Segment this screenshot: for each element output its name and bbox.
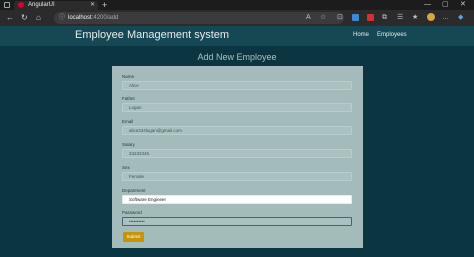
password-input[interactable]: •••••••••• <box>122 217 352 226</box>
nav-home-link[interactable]: Home <box>353 26 369 44</box>
new-tab-icon[interactable]: + <box>102 0 107 10</box>
home-icon[interactable]: ⌂ <box>36 12 41 24</box>
workspaces-icon[interactable] <box>4 2 10 8</box>
app-navbar: Employee Management system Home Employee… <box>0 26 474 46</box>
sex-input[interactable]: Female <box>122 172 352 181</box>
browser-tabstrip: AngularUI ✕ + — ▢ ✕ <box>0 0 474 10</box>
father-label: Father <box>122 96 136 101</box>
settings-more-icon[interactable]: … <box>442 13 449 23</box>
sex-field-group: Sex Female <box>122 165 352 181</box>
tab-title: AngularUI <box>28 2 55 8</box>
copilot-icon[interactable]: ◆ <box>458 13 463 23</box>
sex-label: Sex <box>122 165 130 170</box>
salary-label: Salary <box>122 142 135 147</box>
password-field-group: Password •••••••••• <box>122 210 352 226</box>
url-path: :4200/add <box>91 15 119 21</box>
department-input[interactable]: Software Engineer <box>122 195 352 204</box>
reading-view-icon[interactable]: ⊡ <box>337 13 343 23</box>
father-input[interactable]: Logan <box>122 103 352 112</box>
add-employee-form: Name Alice Father Logan Email alice234lo… <box>112 66 363 248</box>
nav-employees-link[interactable]: Employees <box>377 26 407 44</box>
salary-input[interactable]: 34232345 <box>122 149 352 158</box>
extensions-icon[interactable]: ⧉ <box>382 13 387 23</box>
password-label: Password <box>122 210 142 215</box>
extension-icon[interactable] <box>352 14 359 21</box>
site-info-icon[interactable]: ⓘ <box>59 12 65 24</box>
department-label: Department <box>122 188 146 193</box>
submit-button[interactable]: Submit <box>123 232 144 242</box>
email-label: Email <box>122 119 134 124</box>
back-icon[interactable]: ← <box>6 12 14 24</box>
email-field-group: Email alice234logan@gmail.com <box>122 119 352 135</box>
salary-field-group: Salary 34232345 <box>122 142 352 158</box>
father-field-group: Father Logan <box>122 96 352 112</box>
name-label: Name <box>122 74 135 79</box>
name-input[interactable]: Alice <box>122 81 352 90</box>
browser-tab[interactable]: AngularUI ✕ <box>14 1 98 10</box>
favorite-star-icon[interactable]: ☆ <box>320 13 326 23</box>
profile-avatar[interactable] <box>427 13 435 21</box>
minimize-icon[interactable]: — <box>424 0 431 9</box>
favorites-icon[interactable]: ★ <box>412 13 418 23</box>
angular-favicon-icon <box>18 2 24 8</box>
app-brand[interactable]: Employee Management system <box>75 26 229 44</box>
window-close-icon[interactable]: ✕ <box>460 0 466 9</box>
refresh-icon[interactable]: ↻ <box>21 12 28 24</box>
email-input[interactable]: alice234logan@gmail.com <box>122 126 352 135</box>
department-field-group: Department Software Engineer <box>122 188 352 204</box>
extension-icon[interactable] <box>367 14 374 21</box>
collections-icon[interactable]: ☰ <box>397 13 403 23</box>
tab-close-icon[interactable]: ✕ <box>90 1 95 10</box>
read-aloud-icon[interactable]: A <box>306 13 311 23</box>
address-url: localhost:4200/add <box>68 12 118 24</box>
url-host: localhost <box>68 15 92 21</box>
name-field-group: Name Alice <box>122 74 352 90</box>
address-bar[interactable]: ⓘ localhost:4200/add <box>54 12 344 24</box>
maximize-icon[interactable]: ▢ <box>442 0 449 9</box>
browser-toolbar: ← ↻ ⌂ ⓘ localhost:4200/add A ☆ ⊡ ⧉ ☰ ★ …… <box>0 10 474 26</box>
page-title: Add New Employee <box>197 52 277 62</box>
